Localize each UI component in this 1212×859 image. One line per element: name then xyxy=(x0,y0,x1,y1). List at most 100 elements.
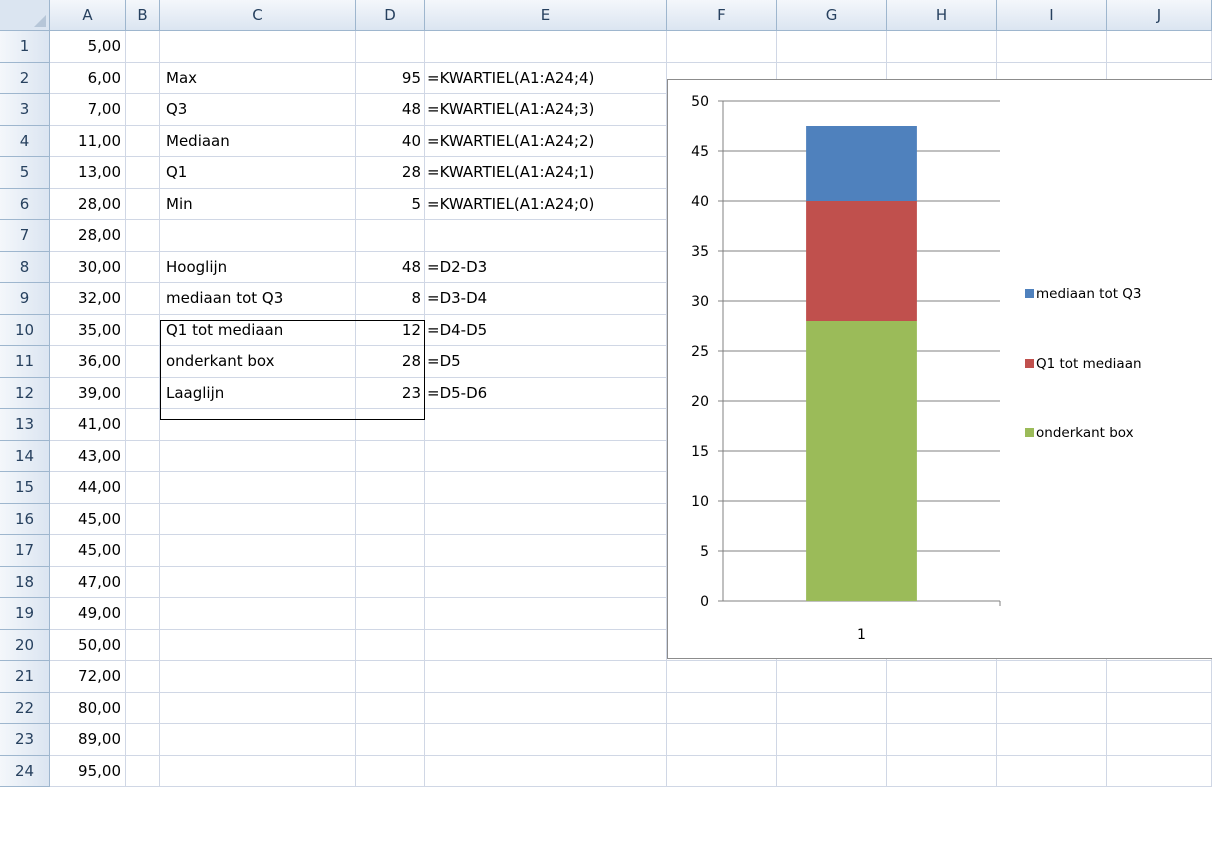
cell-c24[interactable] xyxy=(160,755,356,787)
cell-e3-formula[interactable]: =KWARTIEL(A1:A24;3) xyxy=(425,94,665,126)
cell-a8[interactable]: 30,00 xyxy=(50,251,126,283)
cell-i21[interactable] xyxy=(997,661,1107,693)
cell-d20[interactable] xyxy=(356,629,425,661)
row-header-13[interactable]: 13 xyxy=(0,409,50,441)
cell-e7[interactable] xyxy=(425,220,667,252)
cell-a9[interactable]: 32,00 xyxy=(50,283,126,315)
cell-f21[interactable] xyxy=(667,661,777,693)
cell-a23[interactable]: 89,00 xyxy=(50,724,126,756)
cell-b10[interactable] xyxy=(126,314,160,346)
cell-c4-label[interactable]: Mediaan xyxy=(160,126,356,158)
cell-d8-value[interactable]: 48 xyxy=(356,252,425,284)
cell-d24[interactable] xyxy=(356,755,425,787)
cell-e8-formula[interactable]: =D2-D3 xyxy=(425,252,665,284)
row-header-4[interactable]: 4 xyxy=(0,125,50,157)
cell-e12-formula[interactable]: =D5-D6 xyxy=(425,378,665,410)
cell-c6-label[interactable]: Min xyxy=(160,189,356,221)
cell-g22[interactable] xyxy=(777,692,887,724)
cell-c20[interactable] xyxy=(160,629,356,661)
cell-e6-formula[interactable]: =KWARTIEL(A1:A24;0) xyxy=(425,189,665,221)
column-header-f[interactable]: F xyxy=(667,0,777,31)
cell-b16[interactable] xyxy=(126,503,160,535)
row-header-1[interactable]: 1 xyxy=(0,31,50,63)
cell-d19[interactable] xyxy=(356,598,425,630)
cell-c16[interactable] xyxy=(160,503,356,535)
row-header-8[interactable]: 8 xyxy=(0,251,50,283)
cell-e16[interactable] xyxy=(425,503,667,535)
row-header-2[interactable]: 2 xyxy=(0,62,50,94)
cell-h1[interactable] xyxy=(887,31,997,63)
cell-a17[interactable]: 45,00 xyxy=(50,535,126,567)
cell-e20[interactable] xyxy=(425,629,667,661)
cell-e4-formula[interactable]: =KWARTIEL(A1:A24;2) xyxy=(425,126,665,158)
cell-b11[interactable] xyxy=(126,346,160,378)
cell-a22[interactable]: 80,00 xyxy=(50,692,126,724)
row-header-7[interactable]: 7 xyxy=(0,220,50,252)
row-header-11[interactable]: 11 xyxy=(0,346,50,378)
cell-i22[interactable] xyxy=(997,692,1107,724)
cell-c9-label[interactable]: mediaan tot Q3 xyxy=(160,283,356,315)
cell-d21[interactable] xyxy=(356,661,425,693)
cell-b9[interactable] xyxy=(126,283,160,315)
cell-c1[interactable] xyxy=(160,31,356,63)
row-header-21[interactable]: 21 xyxy=(0,661,50,693)
column-header-g[interactable]: G xyxy=(777,0,887,31)
cell-e1[interactable] xyxy=(425,31,667,63)
cell-e2-formula[interactable]: =KWARTIEL(A1:A24;4) xyxy=(425,63,665,95)
cell-b22[interactable] xyxy=(126,692,160,724)
row-header-10[interactable]: 10 xyxy=(0,314,50,346)
cell-c11-label[interactable]: onderkant box xyxy=(160,346,356,378)
cell-f1[interactable] xyxy=(667,31,777,63)
cell-e21[interactable] xyxy=(425,661,667,693)
cell-d12-value[interactable]: 23 xyxy=(356,378,425,410)
cell-d2-value[interactable]: 95 xyxy=(356,63,425,95)
row-header-22[interactable]: 22 xyxy=(0,692,50,724)
cell-c21[interactable] xyxy=(160,661,356,693)
row-header-15[interactable]: 15 xyxy=(0,472,50,504)
cell-h22[interactable] xyxy=(887,692,997,724)
row-header-18[interactable]: 18 xyxy=(0,566,50,598)
cell-e15[interactable] xyxy=(425,472,667,504)
cell-c10-label[interactable]: Q1 tot mediaan xyxy=(160,315,356,347)
cell-d13[interactable] xyxy=(356,409,425,441)
cell-d16[interactable] xyxy=(356,503,425,535)
cell-c14[interactable] xyxy=(160,440,356,472)
cell-i23[interactable] xyxy=(997,724,1107,756)
cell-e13[interactable] xyxy=(425,409,667,441)
cell-b17[interactable] xyxy=(126,535,160,567)
cell-g21[interactable] xyxy=(777,661,887,693)
column-header-h[interactable]: H xyxy=(887,0,997,31)
cell-d5-value[interactable]: 28 xyxy=(356,157,425,189)
cell-e14[interactable] xyxy=(425,440,667,472)
cell-d22[interactable] xyxy=(356,692,425,724)
cell-a7[interactable]: 28,00 xyxy=(50,220,126,252)
row-header-9[interactable]: 9 xyxy=(0,283,50,315)
cell-e19[interactable] xyxy=(425,598,667,630)
cell-a4[interactable]: 11,00 xyxy=(50,125,126,157)
cell-c23[interactable] xyxy=(160,724,356,756)
cell-f24[interactable] xyxy=(667,755,777,787)
cell-c18[interactable] xyxy=(160,566,356,598)
cell-b21[interactable] xyxy=(126,661,160,693)
cell-c19[interactable] xyxy=(160,598,356,630)
cell-a18[interactable]: 47,00 xyxy=(50,566,126,598)
cell-c22[interactable] xyxy=(160,692,356,724)
row-header-3[interactable]: 3 xyxy=(0,94,50,126)
cell-c12-label[interactable]: Laaglijn xyxy=(160,378,356,410)
cell-g23[interactable] xyxy=(777,724,887,756)
row-header-12[interactable]: 12 xyxy=(0,377,50,409)
cell-c2-label[interactable]: Max xyxy=(160,63,356,95)
select-all-corner[interactable] xyxy=(0,0,50,31)
cell-d1[interactable] xyxy=(356,31,425,63)
cell-f23[interactable] xyxy=(667,724,777,756)
column-header-j[interactable]: J xyxy=(1107,0,1212,31)
cell-e11-formula[interactable]: =D5 xyxy=(425,346,665,378)
cell-c3-label[interactable]: Q3 xyxy=(160,94,356,126)
cell-e10-formula[interactable]: =D4-D5 xyxy=(425,315,665,347)
cell-d23[interactable] xyxy=(356,724,425,756)
row-header-23[interactable]: 23 xyxy=(0,724,50,756)
cell-g1[interactable] xyxy=(777,31,887,63)
cell-d18[interactable] xyxy=(356,566,425,598)
cell-b5[interactable] xyxy=(126,157,160,189)
cell-a5[interactable]: 13,00 xyxy=(50,157,126,189)
